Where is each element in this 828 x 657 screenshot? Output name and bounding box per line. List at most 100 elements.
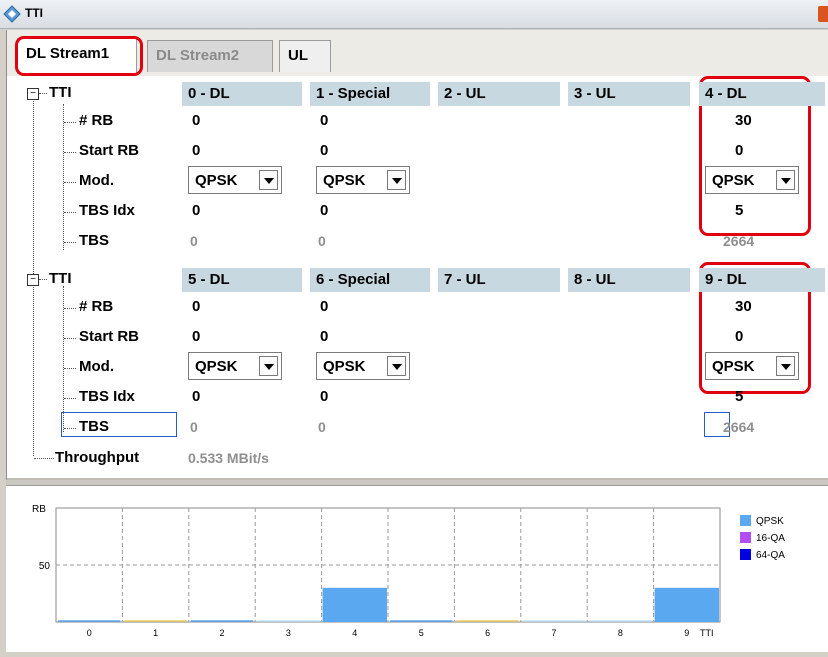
- column-header: 6 - Special: [316, 271, 391, 288]
- chevron-down-icon[interactable]: [776, 356, 795, 376]
- window-title: TTI: [25, 6, 43, 20]
- tbs-idx-value[interactable]: 0: [320, 388, 328, 405]
- rb-value[interactable]: 30: [735, 298, 752, 315]
- column-header: 0 - DL: [188, 85, 230, 102]
- group-label-tti: TTI: [49, 270, 72, 287]
- dropdown-value: QPSK: [195, 358, 238, 375]
- tbs-value: 0: [318, 419, 326, 435]
- rb-value[interactable]: 0: [320, 112, 328, 129]
- group-label-tti: TTI: [49, 84, 72, 101]
- throughput-value: 0.533 MBit/s: [188, 450, 269, 466]
- tab-dl-stream1[interactable]: DL Stream1: [17, 38, 137, 74]
- tree-branch: [39, 93, 47, 94]
- tbs-idx-value[interactable]: 0: [320, 202, 328, 219]
- tab-strip: DL Stream1 DL Stream2 UL: [7, 30, 828, 76]
- tree-branch: [64, 212, 76, 213]
- tab-ul[interactable]: UL: [279, 40, 331, 72]
- row-label: Mod.: [79, 358, 114, 375]
- column-header: 1 - Special: [316, 85, 391, 102]
- column-header: 2 - UL: [444, 85, 486, 102]
- rb-chart: 50 RB 0 1 2 3 4 5 6 7 8 9 TTI QPSK 16-QA 64-QA: [32, 504, 785, 638]
- tab-dl-stream2[interactable]: DL Stream2: [147, 40, 273, 72]
- tbs-idx-value[interactable]: 5: [735, 388, 743, 405]
- rb-value[interactable]: 0: [192, 112, 200, 129]
- app-icon: [3, 5, 21, 23]
- x-tick-label: 7: [551, 628, 556, 638]
- tbs-value: 2664: [723, 419, 755, 435]
- start-rb-value[interactable]: 0: [192, 142, 200, 159]
- tbs-idx-value[interactable]: 5: [735, 202, 743, 219]
- legend-label: QPSK: [756, 516, 784, 527]
- chevron-down-icon[interactable]: [776, 170, 795, 190]
- dropdown-value: QPSK: [712, 358, 755, 375]
- rb-value[interactable]: 30: [735, 112, 752, 129]
- tree-branch: [64, 368, 76, 369]
- close-icon[interactable]: [818, 6, 828, 22]
- chevron-down-icon[interactable]: [387, 356, 406, 376]
- start-rb-value[interactable]: 0: [192, 328, 200, 345]
- legend-label: 16-QA: [756, 533, 785, 544]
- row-label: # RB: [79, 298, 114, 315]
- x-tick-label: 2: [219, 628, 224, 638]
- start-rb-value[interactable]: 0: [735, 328, 743, 345]
- start-rb-value[interactable]: 0: [320, 328, 328, 345]
- modulation-dropdown[interactable]: QPSK: [316, 352, 410, 380]
- tree-branch: [64, 428, 76, 429]
- tree-branch: [34, 458, 54, 459]
- tree-branch: [64, 338, 76, 339]
- legend-swatch: [740, 532, 751, 543]
- tbs-value: 0: [190, 233, 198, 249]
- dropdown-value: QPSK: [323, 172, 366, 189]
- row-label: TBS: [79, 418, 109, 435]
- row-label: # RB: [79, 112, 114, 129]
- x-tick-label: 1: [153, 628, 158, 638]
- x-tick-label: 5: [419, 628, 424, 638]
- tree-branch: [64, 152, 76, 153]
- legend-label: 64-QA: [756, 550, 785, 561]
- dropdown-value: QPSK: [712, 172, 755, 189]
- chevron-down-icon[interactable]: [387, 170, 406, 190]
- x-axis-label: TTI: [700, 628, 714, 638]
- legend-swatch: [740, 515, 751, 526]
- row-label: Start RB: [79, 142, 140, 159]
- modulation-dropdown[interactable]: QPSK: [188, 166, 282, 194]
- tbs-idx-value[interactable]: 0: [192, 388, 200, 405]
- row-label: TBS Idx: [79, 388, 135, 405]
- column-header: 8 - UL: [574, 271, 616, 288]
- x-tick-label: 4: [352, 628, 357, 638]
- tree-branch: [64, 308, 76, 309]
- column-header: 3 - UL: [574, 85, 616, 102]
- row-label: TBS Idx: [79, 202, 135, 219]
- start-rb-value[interactable]: 0: [735, 142, 743, 159]
- collapse-icon[interactable]: −: [27, 274, 39, 286]
- tree-branch: [64, 242, 76, 243]
- throughput-label: Throughput: [55, 449, 140, 466]
- start-rb-value[interactable]: 0: [320, 142, 328, 159]
- modulation-dropdown[interactable]: QPSK: [188, 352, 282, 380]
- x-tick-label: 9: [684, 628, 689, 638]
- row-label: TBS: [79, 232, 109, 249]
- column-header: 7 - UL: [444, 271, 486, 288]
- chevron-down-icon[interactable]: [259, 356, 278, 376]
- x-tick-label: 0: [87, 628, 92, 638]
- tree-line: [63, 104, 64, 250]
- column-header: 4 - DL: [705, 85, 747, 102]
- window-titlebar: TTI: [0, 0, 828, 29]
- row-label: Start RB: [79, 328, 140, 345]
- dropdown-value: QPSK: [323, 358, 366, 375]
- bar-qpsk: [654, 587, 719, 622]
- rb-value[interactable]: 0: [320, 298, 328, 315]
- chevron-down-icon[interactable]: [259, 170, 278, 190]
- collapse-icon[interactable]: −: [27, 88, 39, 100]
- tti-tree-grid: Throughput 0.533 MBit/s − TTI 0 - DL 1 - Sp…: [7, 76, 828, 478]
- rb-value[interactable]: 0: [192, 298, 200, 315]
- modulation-dropdown[interactable]: QPSK: [705, 166, 799, 194]
- rb-chart-panel: 50 RB 0 1 2 3 4 5 6 7 8 9 TTI QPSK 16-QA 64-QA: [6, 485, 828, 652]
- column-header: 9 - DL: [705, 271, 747, 288]
- modulation-dropdown[interactable]: QPSK: [316, 166, 410, 194]
- tree-branch: [64, 122, 76, 123]
- column-header: 5 - DL: [188, 271, 230, 288]
- tbs-idx-value[interactable]: 0: [192, 202, 200, 219]
- modulation-dropdown[interactable]: QPSK: [705, 352, 799, 380]
- tbs-value: 2664: [723, 233, 755, 249]
